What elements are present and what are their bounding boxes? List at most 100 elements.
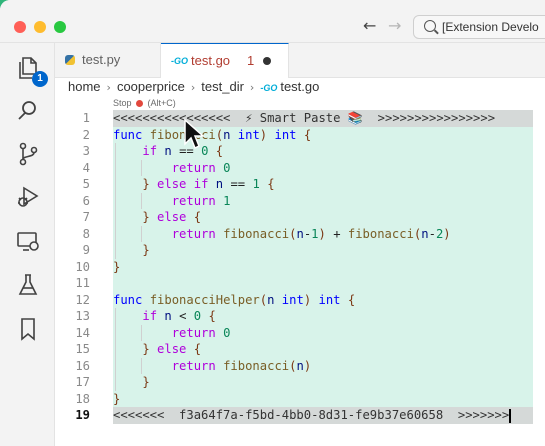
editor-tabs: test.py -GO test.go 1 — [55, 43, 545, 78]
stop-label: Stop — [113, 98, 132, 108]
line-number: 6 — [82, 193, 90, 208]
explorer-badge: 1 — [32, 71, 48, 87]
line-number: 5 — [82, 177, 90, 191]
code-text: } else if n == 1 { — [113, 176, 533, 193]
code-text: return fibonacci(n) — [113, 357, 533, 374]
tab-problem-count: 1 — [247, 53, 255, 68]
code-text: return 1 — [113, 192, 533, 209]
code-editor[interactable]: 1 <<<<<<<<<<<<<<<< ⚡ Smart Paste 📚 >>>>>>… — [55, 110, 545, 430]
line-number: 13 — [75, 309, 90, 323]
breadcrumb-item[interactable]: cooperprice — [117, 79, 185, 94]
code-line[interactable]: 15 } else { — [55, 341, 545, 358]
code-line[interactable]: 17 } — [55, 374, 545, 391]
code-text: } else { — [113, 209, 533, 226]
code-line[interactable]: 3 if n == 0 { — [55, 143, 545, 160]
code-line[interactable]: 19 <<<<<<< f3a64f7a-f5bd-4bb0-8d31-fe9b37… — [55, 407, 545, 424]
text-caret — [509, 408, 511, 423]
line-number: 7 — [82, 210, 90, 224]
line-number: 8 — [82, 226, 90, 241]
line-number: 1 — [82, 111, 90, 125]
tab-test-go[interactable]: -GO test.go 1 — [161, 43, 289, 78]
line-number: 15 — [75, 342, 90, 356]
line-number: 16 — [75, 358, 90, 373]
merge-marker-text: <<<<<<<<<<<<<<<< ⚡ Smart Paste 📚 >>>>>>>… — [113, 110, 533, 127]
code-line[interactable]: 13 if n < 0 { — [55, 308, 545, 325]
line-number: 2 — [82, 127, 90, 142]
chevron-right-icon: › — [249, 81, 255, 94]
stop-shortcut: (Alt+C) — [147, 98, 176, 108]
stop-icon — [136, 100, 144, 108]
line-number: 9 — [82, 243, 90, 257]
unsaved-dot-icon[interactable] — [263, 57, 271, 65]
indent-guide — [141, 159, 142, 176]
minimize-window-button[interactable] — [34, 21, 46, 33]
remote-explorer-icon[interactable] — [15, 229, 41, 255]
go-file-icon: -GO — [260, 83, 278, 93]
line-number: 10 — [75, 259, 90, 274]
code-text: } — [113, 242, 533, 259]
code-line[interactable]: 14 return 0 — [55, 324, 545, 341]
indent-guide — [141, 324, 142, 341]
bookmark-icon[interactable] — [15, 316, 41, 342]
code-text: if n == 0 { — [113, 143, 533, 160]
stop-hint[interactable]: Stop (Alt+C) — [113, 98, 176, 108]
back-arrow-icon[interactable]: ← — [363, 16, 376, 35]
code-line[interactable]: 6 return 1 — [55, 192, 545, 209]
line-number: 14 — [75, 325, 90, 340]
indent-guide — [141, 225, 142, 242]
python-file-icon — [65, 55, 75, 65]
activity-bar: 1 — [0, 43, 55, 446]
code-text: } — [113, 390, 533, 407]
line-number: 18 — [75, 391, 90, 406]
source-control-icon[interactable] — [15, 141, 41, 167]
code-text: } else { — [113, 341, 533, 358]
chevron-right-icon: › — [190, 81, 196, 94]
line-number: 4 — [82, 160, 90, 175]
code-text — [113, 275, 533, 292]
mouse-pointer-icon — [183, 118, 205, 155]
explorer-icon[interactable]: 1 — [15, 55, 48, 87]
code-line[interactable]: 18} — [55, 390, 545, 407]
code-line[interactable]: 7 } else { — [55, 209, 545, 226]
breadcrumb-item[interactable]: test.go — [280, 79, 319, 94]
code-line[interactable]: 4 return 0 — [55, 159, 545, 176]
close-window-button[interactable] — [14, 21, 26, 33]
code-line[interactable]: 8 return fibonacci(n-1) + fibonacci(n-2) — [55, 225, 545, 242]
line-number: 12 — [75, 292, 90, 307]
code-text: } — [113, 258, 533, 275]
indent-guide — [115, 143, 116, 259]
breadcrumb: home › cooperprice › test_dir › -GO test.go — [68, 77, 319, 97]
indent-guide — [141, 192, 142, 209]
tab-test-py[interactable]: test.py — [55, 43, 161, 77]
run-debug-icon[interactable] — [15, 184, 41, 210]
code-line[interactable]: 12 func fibonacciHelper(n int) int { — [55, 291, 545, 308]
code-line[interactable]: 11 — [55, 275, 545, 292]
code-text: } — [113, 374, 533, 391]
search-view-icon[interactable] — [15, 98, 41, 124]
chevron-right-icon: › — [106, 81, 111, 94]
forward-arrow-icon[interactable]: → — [388, 16, 401, 35]
title-bar: ← → [Extension Develo — [0, 0, 545, 43]
code-line[interactable]: 16 return fibonacci(n) — [55, 357, 545, 374]
code-text: if n < 0 { — [113, 308, 533, 325]
breadcrumb-item[interactable]: home — [68, 79, 101, 94]
line-number: 17 — [75, 375, 90, 389]
code-text: return fibonacci(n-1) + fibonacci(n-2) — [113, 225, 533, 242]
code-line[interactable]: 1 <<<<<<<<<<<<<<<< ⚡ Smart Paste 📚 >>>>>>… — [55, 110, 545, 127]
line-number: 19 — [75, 408, 90, 422]
code-line[interactable]: 2 func fibonacci(n int) int { — [55, 126, 545, 143]
code-line[interactable]: 10} — [55, 258, 545, 275]
merge-marker-text: <<<<<<< f3a64f7a-f5bd-4bb0-8d31-fe9b37e6… — [113, 407, 533, 424]
code-line[interactable]: 5 } else if n == 1 { — [55, 176, 545, 193]
zoom-window-button[interactable] — [54, 21, 66, 33]
code-line[interactable]: 9 } — [55, 242, 545, 259]
testing-flask-icon[interactable] — [15, 272, 41, 298]
vscode-window: ← → [Extension Develo 1 test.py -GO test… — [0, 0, 545, 446]
breadcrumb-item[interactable]: test_dir — [201, 79, 244, 94]
command-center-search[interactable]: [Extension Develo — [413, 15, 545, 39]
tab-label: test.py — [82, 52, 121, 67]
line-number: 11 — [75, 276, 90, 290]
indent-guide — [115, 308, 116, 391]
tab-label: test.go — [191, 53, 231, 68]
code-text: return 0 — [113, 159, 533, 176]
